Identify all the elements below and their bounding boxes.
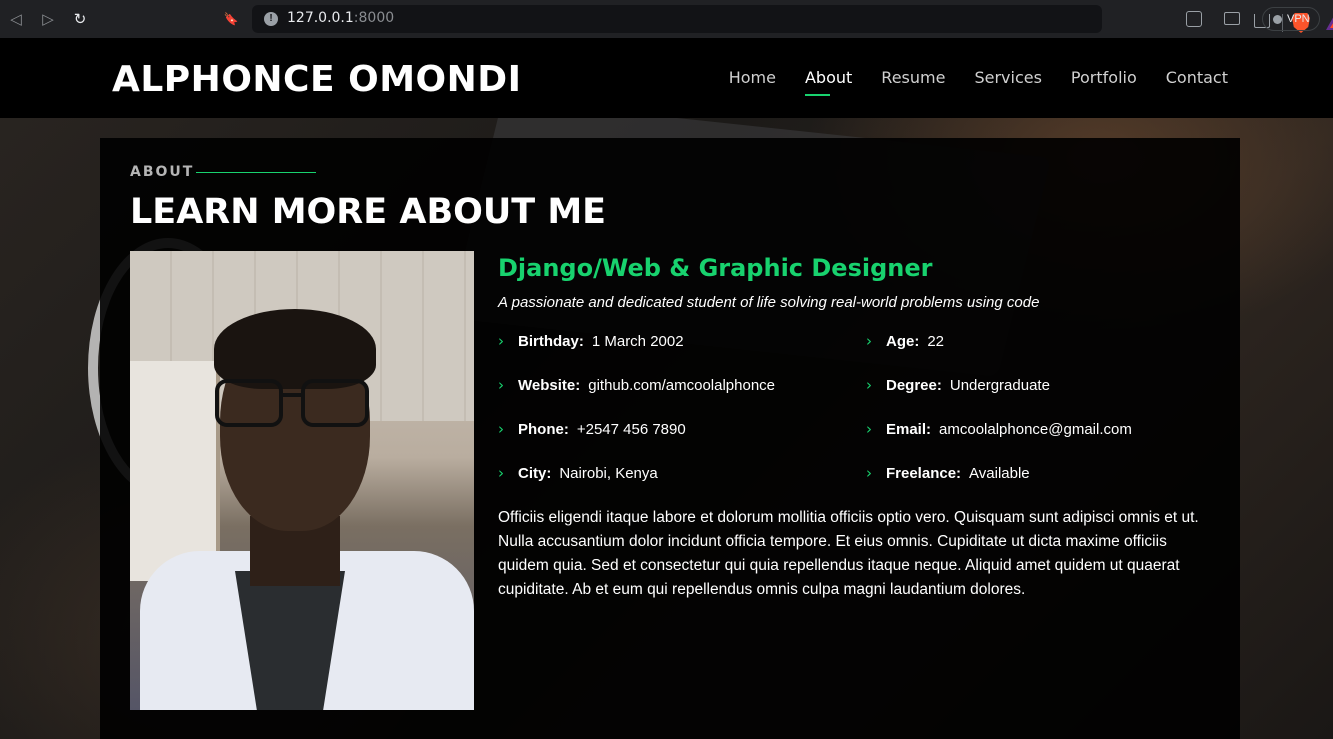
chevron-right-icon: › bbox=[866, 420, 872, 438]
photo-hair bbox=[214, 309, 376, 389]
chevron-right-icon: › bbox=[498, 376, 504, 394]
photo-glasses bbox=[215, 379, 371, 429]
chevron-right-icon: › bbox=[498, 420, 504, 438]
nav-portfolio[interactable]: Portfolio bbox=[1071, 68, 1137, 87]
chevron-right-icon: › bbox=[498, 332, 504, 350]
chevron-right-icon: › bbox=[866, 376, 872, 394]
fact-value[interactable]: amcoolalphonce@gmail.com bbox=[939, 421, 1132, 438]
fact-key: Birthday: bbox=[518, 333, 584, 350]
url-text: 127.0.0.1:8000 bbox=[287, 10, 394, 26]
reload-icon[interactable]: ↻ bbox=[70, 9, 90, 29]
nav-resume[interactable]: Resume bbox=[881, 68, 945, 87]
forward-icon[interactable]: ▷ bbox=[38, 9, 58, 29]
fact-key: Phone: bbox=[518, 421, 569, 438]
back-icon[interactable]: ◁ bbox=[6, 9, 26, 29]
nav-home[interactable]: Home bbox=[729, 68, 776, 87]
brave-rewards-icon[interactable] bbox=[1326, 14, 1333, 30]
fact-phone: › Phone: +2547 456 7890 bbox=[498, 420, 686, 438]
site-logo[interactable]: ALPHONCE OMONDI bbox=[112, 59, 522, 100]
chevron-right-icon: › bbox=[866, 332, 872, 350]
tagline: A passionate and dedicated student of li… bbox=[498, 294, 1040, 311]
url-host: 127.0.0.1 bbox=[287, 10, 354, 26]
fact-key: Email: bbox=[886, 421, 932, 438]
nav-contact[interactable]: Contact bbox=[1166, 68, 1228, 87]
fact-age: › Age: 22 bbox=[866, 332, 944, 350]
fact-value: 22 bbox=[927, 333, 945, 350]
bookmark-icon[interactable]: 🔖 bbox=[221, 9, 241, 29]
nav-about[interactable]: About bbox=[804, 68, 852, 96]
fact-value[interactable]: github.com/amcoolalphonce bbox=[588, 377, 775, 394]
profile-photo bbox=[130, 251, 474, 710]
browser-toolbar: ◁ ▷ ↻ 🔖 ! 127.0.0.1:8000 VPN bbox=[0, 0, 1333, 38]
site-header: ALPHONCE OMONDI Home About Resume Servic… bbox=[0, 38, 1333, 118]
fact-value: Available bbox=[969, 465, 1030, 482]
fact-value: Undergraduate bbox=[949, 377, 1050, 394]
wallet-icon[interactable] bbox=[1224, 12, 1240, 25]
vpn-label: VPN bbox=[1287, 13, 1310, 25]
fact-key: Degree: bbox=[886, 377, 942, 394]
fact-email: › Email: amcoolalphonce@gmail.com bbox=[866, 420, 1132, 438]
section-label: ABOUT bbox=[130, 164, 195, 180]
nav-services[interactable]: Services bbox=[974, 68, 1041, 87]
fact-city: › City: Nairobi, Kenya bbox=[498, 464, 658, 482]
fact-key: Age: bbox=[886, 333, 920, 350]
about-section: ABOUT LEARN MORE ABOUT ME Django/Web & G… bbox=[100, 138, 1240, 739]
vpn-button[interactable]: VPN bbox=[1262, 7, 1320, 31]
section-label-line bbox=[196, 172, 316, 173]
vpn-status-icon bbox=[1273, 15, 1282, 24]
fact-website: › Website: github.com/amcoolalphonce bbox=[498, 376, 775, 394]
fact-key: Freelance: bbox=[886, 465, 962, 482]
fact-key: City: bbox=[518, 465, 552, 482]
photo-shelf bbox=[130, 361, 220, 581]
fact-degree: › Degree: Undergraduate bbox=[866, 376, 1050, 394]
section-title: LEARN MORE ABOUT ME bbox=[130, 192, 607, 232]
main-nav: Home About Resume Services Portfolio Con… bbox=[700, 68, 1228, 96]
address-bar[interactable]: ! 127.0.0.1:8000 bbox=[252, 5, 1333, 33]
fact-value: Nairobi, Kenya bbox=[559, 465, 658, 482]
fact-value: +2547 456 7890 bbox=[576, 421, 686, 438]
url-port: :8000 bbox=[353, 10, 395, 26]
role-title: Django/Web & Graphic Designer bbox=[498, 254, 933, 282]
fact-value: 1 March 2002 bbox=[591, 333, 684, 350]
page: ALPHONCE OMONDI Home About Resume Servic… bbox=[0, 38, 1333, 739]
chevron-right-icon: › bbox=[866, 464, 872, 482]
fact-key: Website: bbox=[518, 377, 581, 394]
bio-paragraph: Officiis eligendi itaque labore et dolor… bbox=[498, 509, 1199, 598]
chevron-right-icon: › bbox=[498, 464, 504, 482]
extensions-icon[interactable] bbox=[1186, 11, 1202, 27]
fact-freelance: › Freelance: Available bbox=[866, 464, 1030, 482]
fact-birthday: › Birthday: 1 March 2002 bbox=[498, 332, 684, 350]
site-info-icon[interactable]: ! bbox=[264, 12, 278, 26]
